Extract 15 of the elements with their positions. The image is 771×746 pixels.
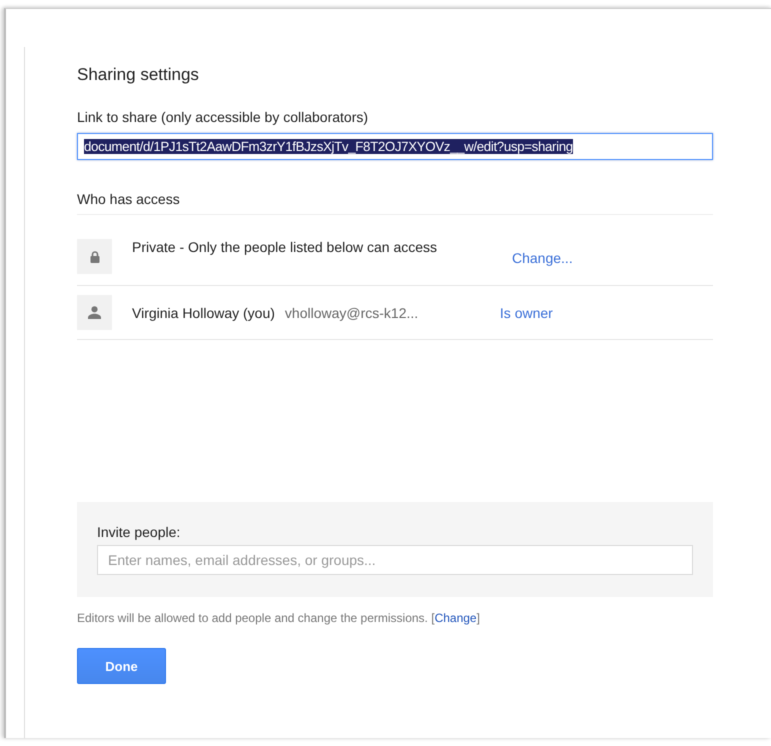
link-field[interactable]: document/d/1PJ1sTt2AawDFm3zrY1fBJzsXjTv_F8T2OJ7XYOVz__w/edit?usp=sharing — [77, 133, 713, 160]
person-email: vholloway@rcs-k12... — [284, 304, 420, 320]
change-link[interactable]: Change... — [512, 250, 573, 266]
role-label: Is owner — [500, 304, 553, 320]
access-heading: Who has access — [77, 191, 713, 215]
invite-label: Invite people: — [97, 524, 182, 540]
link-label: Link to share (only accessible by collaborators) — [77, 109, 370, 125]
person-icon — [88, 306, 101, 319]
dialog-title: Sharing settings — [77, 65, 200, 85]
access-description: Private - Only the people listed below can access — [132, 239, 438, 256]
permissions-note: Editors will be allowed to add people and change the permissions. [Change] — [77, 611, 481, 625]
person-name: Virginia Holloway (you) — [132, 304, 275, 320]
lock-icon — [90, 250, 100, 262]
invite-field[interactable]: Enter names, email addresses, or groups... — [97, 545, 693, 575]
change-permissions-link[interactable]: Change — [434, 611, 477, 625]
